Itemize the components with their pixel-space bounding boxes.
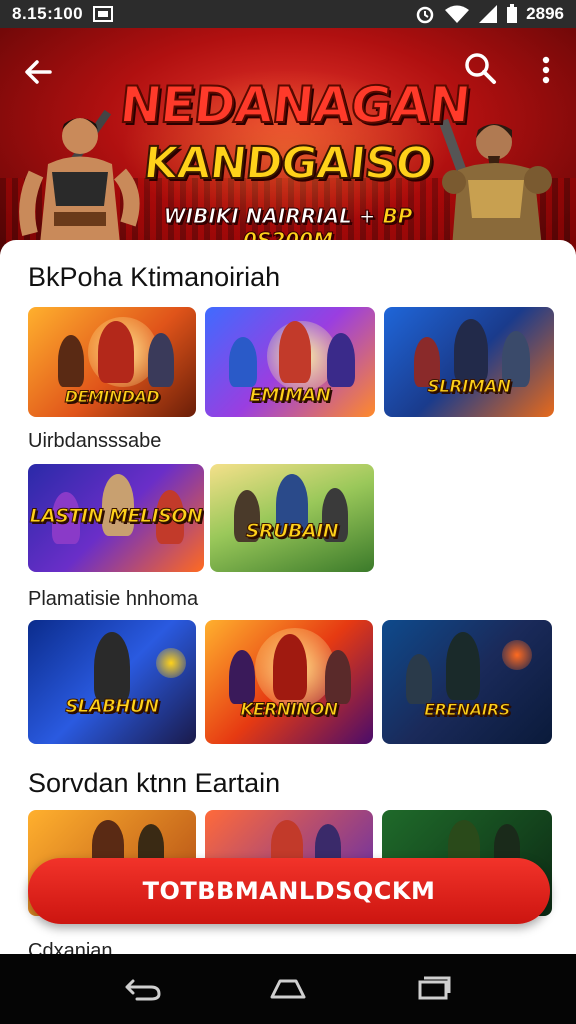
card-character (279, 321, 311, 383)
status-right: 2896 (414, 3, 564, 25)
card-character (229, 650, 255, 704)
game-card[interactable]: SRUBAIN (210, 464, 374, 572)
card-character (98, 321, 134, 383)
status-bar: 8.15:100 2896 (0, 0, 576, 28)
nav-home-icon (270, 979, 306, 999)
battery-icon (507, 4, 518, 23)
banner-title-line2: KANDGAISO (140, 137, 436, 190)
wifi-icon (445, 5, 470, 23)
card-character (148, 333, 174, 387)
nav-back-button[interactable] (121, 969, 165, 1009)
alarm-icon (416, 6, 434, 24)
card-character (327, 333, 355, 387)
card-caption: LASTIN MELISON (29, 505, 203, 527)
card-character (406, 654, 432, 704)
game-card[interactable]: KERNINON (205, 620, 373, 744)
content-sheet: BkPoha Ktimanoiriah DEMINDAD EMIMAN SLRI… (0, 240, 576, 954)
banner-title-line1: NEDANAGAN (116, 75, 473, 135)
banner-tagline-white: WIBIKI NAIRRIAL + (163, 204, 376, 229)
card-caption: SLABHUN (65, 696, 160, 718)
hero-banner: NEDANAGAN KANDGAISO WIBIKI NAIRRIAL + BP… (0, 28, 576, 260)
card-character (325, 650, 351, 704)
primary-action-button[interactable]: TOTBBMANLDSQCKM (28, 858, 550, 924)
card-caption: EMIMAN (249, 385, 331, 407)
status-time: 8.15:100 (12, 4, 84, 23)
game-card[interactable]: SLRIMAN (384, 307, 554, 417)
game-card[interactable]: EMIMAN (205, 307, 375, 417)
nav-recents-button[interactable] (411, 969, 455, 1009)
card-burst (502, 640, 532, 670)
section-title-2: Uirbdansssabe (28, 430, 162, 452)
card-caption: DEMINDAD (64, 387, 160, 407)
card-character (273, 634, 307, 700)
notification-icon (93, 6, 114, 22)
card-caption: SRUBAIN (245, 520, 339, 543)
game-card[interactable]: LASTIN MELISON (28, 464, 204, 572)
status-battery-text: 2896 (526, 4, 564, 23)
card-character (454, 319, 488, 383)
card-caption: ERENAIRS (424, 700, 511, 720)
more-vert-icon[interactable] (532, 52, 560, 88)
card-character (58, 335, 84, 387)
card-character (94, 632, 130, 702)
card-caption: KERNINON (240, 700, 339, 721)
section-title-3: Plamatisie hnhoma (28, 588, 199, 610)
card-caption: SLRIMAN (427, 377, 512, 398)
system-nav-bar (0, 954, 576, 1024)
game-card[interactable]: DEMINDAD (28, 307, 196, 417)
search-icon[interactable] (462, 50, 498, 86)
signal-icon (479, 5, 498, 23)
card-burst (156, 648, 186, 678)
game-card[interactable]: ERENAIRS (382, 620, 552, 744)
section-title-1: BkPoha Ktimanoiriah (28, 262, 281, 292)
nav-home-button[interactable] (266, 969, 310, 1009)
card-character (229, 337, 257, 387)
game-card[interactable]: SLABHUN (28, 620, 196, 744)
card-character (446, 632, 480, 700)
section-title-4: Sorvdan ktnn Eartain (28, 768, 281, 798)
back-arrow-icon[interactable] (20, 54, 56, 90)
nav-recents-icon (418, 976, 451, 1000)
nav-back-icon (125, 979, 161, 1001)
